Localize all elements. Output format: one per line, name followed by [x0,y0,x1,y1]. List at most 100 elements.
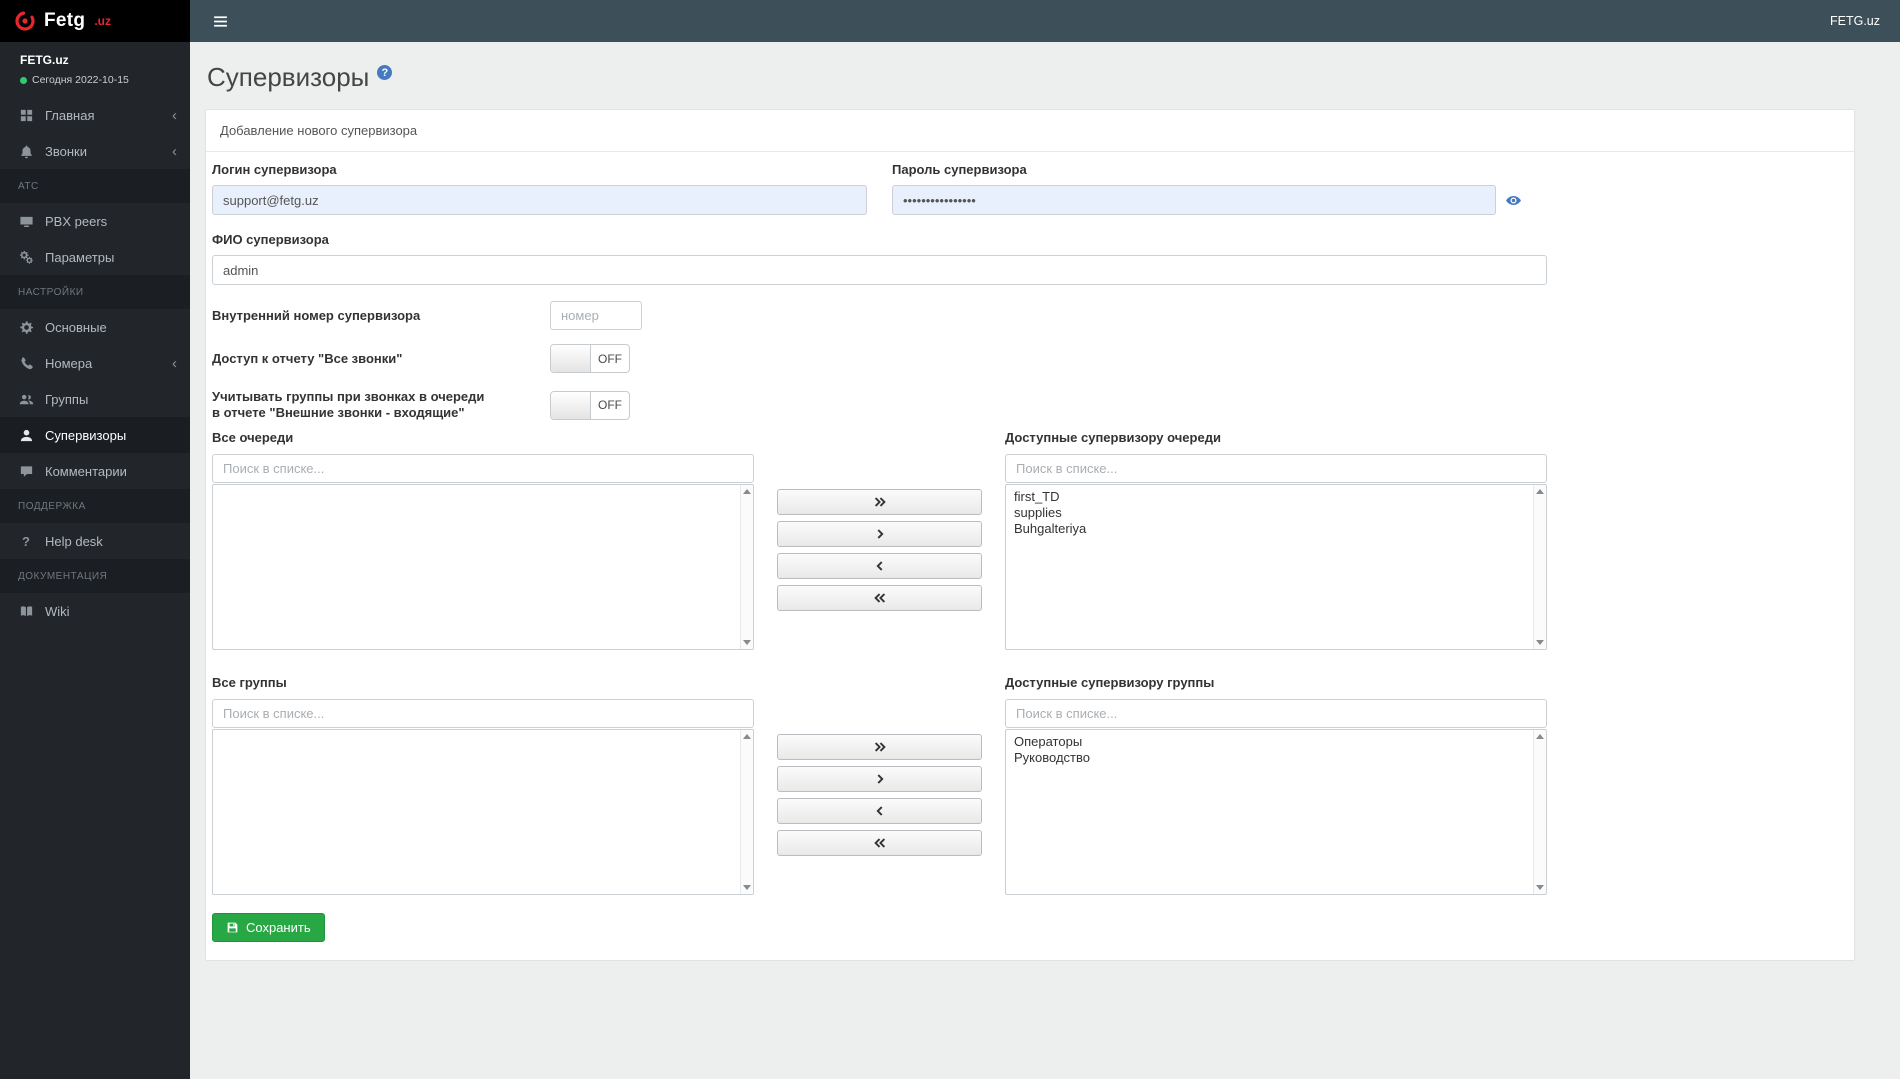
toggle-knob [551,345,591,372]
book-icon [18,603,34,619]
phone-icon [18,355,34,371]
list-item[interactable]: Buhgalteriya [1006,521,1533,537]
org-block: FETG.uz Сегодня 2022-10-15 [0,42,190,95]
show-password-eye-icon[interactable] [1505,192,1522,209]
scroll-down-icon[interactable] [1536,885,1544,890]
scroll-up-icon[interactable] [743,734,751,739]
scroll-down-icon[interactable] [1536,640,1544,645]
save-button[interactable]: Сохранить [212,913,325,942]
sidebar-section-nastroyki: НАСТРОЙКИ [0,275,190,309]
org-date: Сегодня 2022-10-15 [20,74,170,86]
app: Fetg .uz FETG.uz Сегодня 2022-10-15 Главн… [0,0,1900,1079]
groups-move-all-left-button[interactable] [777,830,982,856]
queues-move-all-right-button[interactable] [777,489,982,515]
dashboard-icon [18,107,34,123]
queues-move-right-button[interactable] [777,521,982,547]
brand-logo-icon [14,10,36,32]
available-queues-search-input[interactable] [1005,454,1547,483]
toggle-off-label: OFF [598,351,622,366]
queue-groups-report-toggle[interactable]: OFF [550,390,630,420]
scroll-down-icon[interactable] [743,885,751,890]
sidebar-item-pbx-peers[interactable]: PBX peers [0,203,190,239]
main-content: Супервизоры ? Добавление нового супервиз… [190,42,1900,1079]
fio-input[interactable] [212,255,1547,285]
queue-groups-report-label: Учитывать группы при звонках в очереди в… [212,389,485,420]
sidebar-item-glavnaya[interactable]: Главная ‹ [0,97,190,133]
chevron-left-icon: ‹ [172,106,177,124]
gears-icon [18,249,34,265]
internal-number-label: Внутренний номер супервизора [212,307,421,323]
card-title: Добавление нового супервизора [206,110,1854,152]
list-item[interactable]: supplies [1006,505,1533,521]
all-queues-search-input[interactable] [212,454,754,483]
chevron-left-icon: ‹ [172,354,177,372]
sidebar-item-gruppy[interactable]: Группы [0,381,190,417]
help-icon[interactable]: ? [377,65,393,80]
available-queues-title: Доступные супервизору очереди [1005,430,1221,445]
question-icon: ? [22,533,30,549]
org-date-text: Сегодня 2022-10-15 [32,74,129,86]
sidebar-item-supervizory[interactable]: Супервизоры [0,417,190,453]
available-queues-listbox[interactable]: first_TD supplies Buhgalteriya [1005,484,1547,650]
chevron-left-icon: ‹ [172,142,177,160]
sidebar: Fetg .uz FETG.uz Сегодня 2022-10-15 Главн… [0,0,190,1079]
user-icon [18,427,34,443]
sidebar-item-osnovnye[interactable]: Основные [0,309,190,345]
scrollbar[interactable] [1533,485,1546,649]
sidebar-item-nomera[interactable]: Номера ‹ [0,345,190,381]
scrollbar[interactable] [1533,730,1546,894]
groups-move-left-button[interactable] [777,798,982,824]
scroll-up-icon[interactable] [1536,734,1544,739]
all-calls-report-toggle[interactable]: OFF [550,344,630,373]
hamburger-menu-icon[interactable] [210,9,231,34]
status-dot [20,76,27,84]
scroll-up-icon[interactable] [1536,489,1544,494]
groups-transfer-buttons [777,676,982,895]
queues-move-left-button[interactable] [777,553,982,579]
password-label: Пароль супервизора [892,162,1027,177]
groups-move-all-right-button[interactable] [777,734,982,760]
org-name: FETG.uz [20,53,69,67]
list-item[interactable]: Операторы [1006,734,1533,750]
all-groups-listbox[interactable] [212,729,754,895]
password-input[interactable] [892,185,1496,215]
available-groups-search-input[interactable] [1005,699,1547,728]
scroll-up-icon[interactable] [743,489,751,494]
fio-label: ФИО супервизора [212,232,329,247]
all-calls-report-label: Доступ к отчету "Все звонки" [212,350,403,366]
brand-logo[interactable]: Fetg .uz [0,0,190,42]
sidebar-item-parametry[interactable]: Параметры [0,239,190,275]
scrollbar[interactable] [740,485,753,649]
scroll-down-icon[interactable] [743,640,751,645]
toggle-off-label: OFF [598,398,622,412]
queues-move-all-left-button[interactable] [777,585,982,611]
sidebar-section-ats: АТС [0,169,190,203]
available-groups-listbox[interactable]: Операторы Руководство [1005,729,1547,895]
all-groups-search-input[interactable] [212,699,754,728]
login-label: Логин супервизора [212,162,337,177]
sidebar-section-podderzhka: ПОДДЕРЖКА [0,489,190,523]
sidebar-item-kommentarii[interactable]: Комментарии [0,453,190,489]
groups-move-right-button[interactable] [777,766,982,792]
topbar: FETG.uz [190,0,1900,42]
queues-dual-list: Все очереди Поиск в списке... Доступные … [212,431,1848,650]
login-input[interactable] [212,185,867,215]
internal-number-input[interactable] [550,301,642,330]
sidebar-item-help-desk[interactable]: ? Help desk [0,523,190,559]
brand-logo-suffix: .uz [94,14,111,28]
scrollbar[interactable] [740,730,753,894]
all-queues-listbox[interactable] [212,484,754,650]
available-groups-title: Доступные супервизору группы [1005,675,1215,690]
users-icon [18,391,34,407]
sidebar-section-dokumentacia: ДОКУМЕНТАЦИЯ [0,559,190,593]
list-item[interactable]: Руководство [1006,750,1533,766]
sidebar-nav: Главная ‹ Звонки ‹ АТС PBX peers Парамет… [0,95,190,1079]
page-title: Супервизоры ? [205,62,1855,93]
all-queues-title: Все очереди [212,430,294,445]
bell-icon [18,143,34,159]
topbar-brand[interactable]: FETG.uz [1830,14,1880,28]
brand-logo-text: Fetg [44,10,86,31]
sidebar-item-wiki[interactable]: Wiki [0,593,190,629]
sidebar-item-zvonki[interactable]: Звонки ‹ [0,133,190,169]
list-item[interactable]: first_TD [1006,489,1533,505]
